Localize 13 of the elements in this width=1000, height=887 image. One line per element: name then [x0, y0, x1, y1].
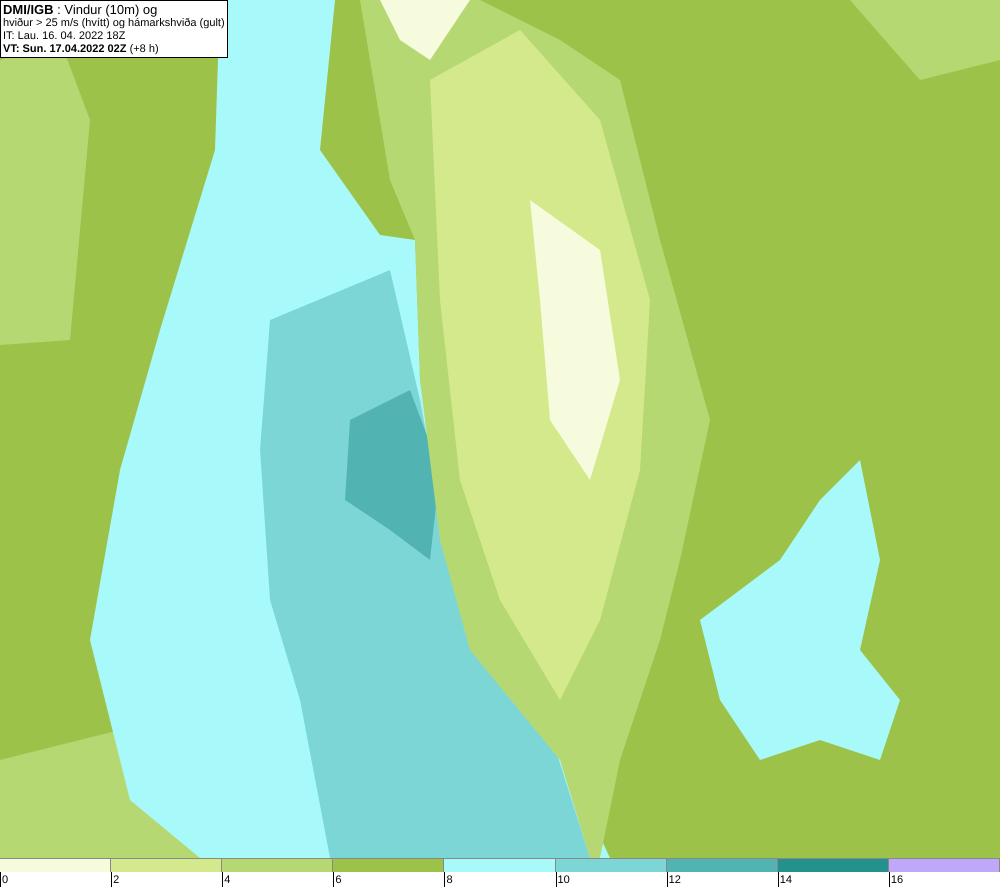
legend-label: 12: [668, 874, 681, 887]
title-text: DMI/IGB : Vindur (10m) og: [3, 2, 158, 17]
title-text: VT: Sun. 17.04.2022 02Z (+8 h): [3, 43, 160, 56]
legend-label: 2: [112, 874, 120, 887]
legend-label: 6: [334, 874, 342, 887]
legend-label: 4: [223, 874, 230, 887]
title-text: hviður > 25 m/s (hvítt) og hámarkshviða (gult): [3, 17, 225, 30]
legend-label: 14: [778, 874, 792, 887]
title-text: IT: Lau. 16. 04. 2022 18Z: [3, 30, 126, 43]
legend-label: 8: [445, 874, 453, 887]
legend-label: 0: [1, 874, 8, 887]
legend-label: 10: [556, 874, 570, 887]
legend-label: 16: [890, 874, 904, 887]
